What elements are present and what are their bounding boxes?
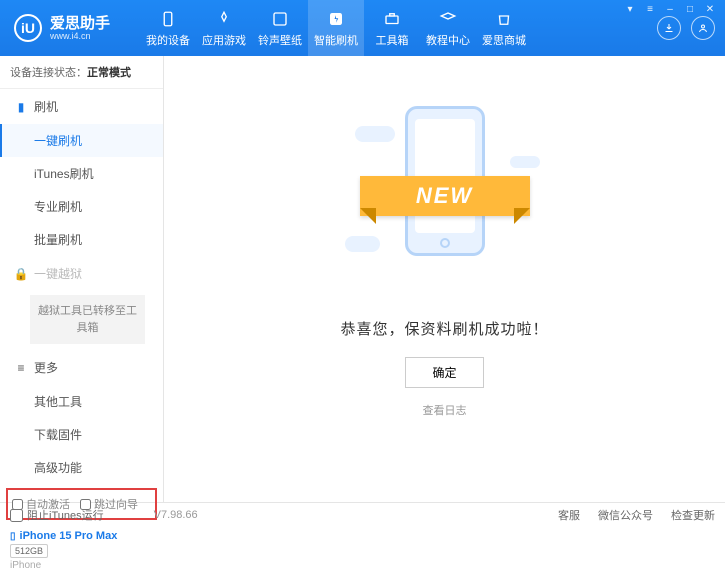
device-type: iPhone (10, 560, 153, 571)
more-icon: ≡ (14, 361, 28, 375)
user-button[interactable] (691, 16, 715, 40)
nav-smart-flash[interactable]: 智能刷机 (308, 0, 364, 56)
connection-status: 设备连接状态：正常模式 (0, 56, 163, 89)
nav-label: 智能刷机 (314, 32, 358, 48)
nav-label: 教程中心 (426, 32, 470, 48)
nav-label: 铃声壁纸 (258, 32, 302, 48)
success-message: 恭喜您，保资料刷机成功啦！ (340, 318, 548, 339)
footer-check-update[interactable]: 检查更新 (671, 507, 715, 523)
logo-icon: iU (14, 14, 42, 42)
app-subtitle: www.i4.cn (50, 31, 110, 41)
close-icon[interactable]: ✕ (703, 4, 717, 15)
device-info[interactable]: ▯ iPhone 15 Pro Max 512GB iPhone (0, 524, 163, 577)
download-button[interactable] (657, 16, 681, 40)
sidebar-item-one-key-flash[interactable]: 一键刷机 (0, 124, 163, 157)
footer-wechat[interactable]: 微信公众号 (598, 507, 653, 523)
nav-label: 应用游戏 (202, 32, 246, 48)
jailbreak-migrated-notice: 越狱工具已转移至工具箱 (30, 295, 145, 344)
maximize-icon[interactable]: □ (683, 4, 697, 15)
device-storage: 512GB (10, 544, 48, 558)
app-logo: iU 爱思助手 www.i4.cn (0, 14, 140, 42)
wallpaper-icon (270, 9, 290, 29)
nav-ringtones[interactable]: 铃声壁纸 (252, 0, 308, 56)
sidebar-item-itunes-flash[interactable]: iTunes刷机 (0, 157, 163, 190)
section-jailbreak: 🔒 一键越狱 (0, 256, 163, 291)
section-more[interactable]: ≡ 更多 (0, 350, 163, 385)
nav-shop[interactable]: 爱思商城 (476, 0, 532, 56)
success-illustration: NEW (365, 106, 525, 296)
minimize-icon[interactable]: – (663, 4, 677, 15)
sidebar-item-batch-flash[interactable]: 批量刷机 (0, 223, 163, 256)
new-badge: NEW (360, 176, 530, 216)
ok-button[interactable]: 确定 (405, 357, 483, 388)
tutorial-icon (438, 9, 458, 29)
lock-icon: 🔒 (14, 267, 28, 281)
main-content: NEW 恭喜您，保资料刷机成功啦！ 确定 查看日志 (164, 56, 725, 502)
app-title: 爱思助手 (50, 16, 110, 31)
nav-label: 工具箱 (376, 32, 409, 48)
sidebar-item-download-firmware[interactable]: 下载固件 (0, 418, 163, 451)
sidebar-item-pro-flash[interactable]: 专业刷机 (0, 190, 163, 223)
device-icon (158, 9, 178, 29)
toolbox-icon (382, 9, 402, 29)
nav-tutorials[interactable]: 教程中心 (420, 0, 476, 56)
view-log-link[interactable]: 查看日志 (423, 402, 467, 418)
nav-label: 爱思商城 (482, 32, 526, 48)
footer-support[interactable]: 客服 (558, 507, 580, 523)
version-label: V7.98.66 (154, 509, 198, 521)
section-flash[interactable]: ▮ 刷机 (0, 89, 163, 124)
nav-toolbox[interactable]: 工具箱 (364, 0, 420, 56)
nav-label: 我的设备 (146, 32, 190, 48)
nav-apps-games[interactable]: 应用游戏 (196, 0, 252, 56)
flash-icon (326, 9, 346, 29)
sidebar-item-other-tools[interactable]: 其他工具 (0, 385, 163, 418)
apps-icon (214, 9, 234, 29)
main-nav: 我的设备 应用游戏 铃声壁纸 智能刷机 工具箱 教程中心 爱思商城 (140, 0, 657, 56)
titlebar: iU 爱思助手 www.i4.cn 我的设备 应用游戏 铃声壁纸 智能刷机 工具… (0, 0, 725, 56)
device-phone-icon: ▯ (10, 531, 16, 542)
settings-menu-icon[interactable]: ▾ (623, 4, 637, 15)
checkbox-block-itunes[interactable]: 阻止iTunes运行 (10, 507, 104, 523)
sidebar-item-advanced[interactable]: 高级功能 (0, 451, 163, 484)
nav-my-device[interactable]: 我的设备 (140, 0, 196, 56)
phone-icon: ▮ (14, 100, 28, 114)
list-icon[interactable]: ≡ (643, 4, 657, 15)
shop-icon (494, 9, 514, 29)
sidebar: 设备连接状态：正常模式 ▮ 刷机 一键刷机 iTunes刷机 专业刷机 批量刷机… (0, 56, 164, 502)
